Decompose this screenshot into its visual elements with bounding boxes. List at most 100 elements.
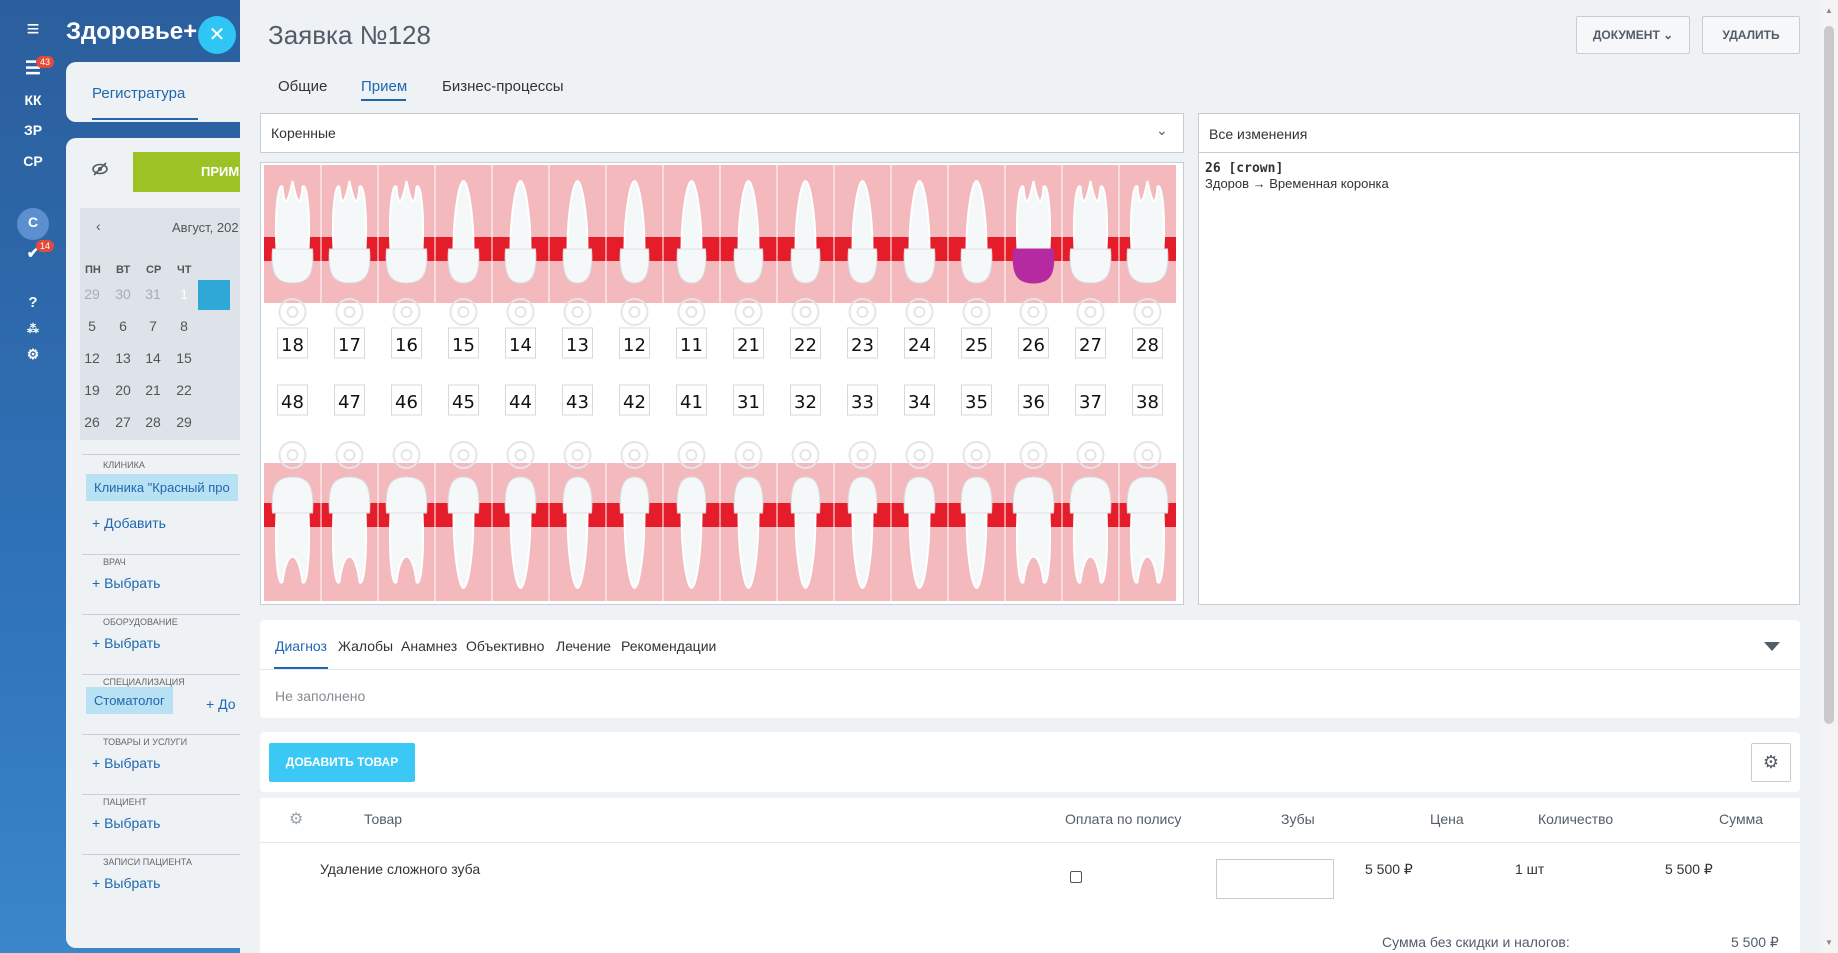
table-settings-gear-icon[interactable]: ⚙ [1751,743,1791,782]
specialization-chip[interactable]: Стоматолог [86,687,173,714]
tooth-crown[interactable] [903,476,936,514]
help-icon[interactable]: ? [0,294,66,311]
filter-icon[interactable]: ☰ [0,58,66,79]
tooth-crown[interactable] [447,476,480,514]
calendar-day[interactable]: 6 [108,318,138,334]
subtab-objective[interactable]: Объективно [466,638,544,654]
tooth-crown[interactable] [619,476,650,514]
policy-checkbox[interactable] [1070,871,1082,883]
tooth-crown[interactable] [1069,476,1112,514]
calendar-selected-day [198,280,230,310]
chevron-down-icon[interactable]: ⌄ [1156,122,1168,139]
rail-item-sr[interactable]: СР [0,153,66,169]
tooth-crown[interactable] [504,476,537,514]
subtab-complaints[interactable]: Жалобы [338,638,393,654]
calendar-day[interactable]: 7 [138,318,168,334]
column-settings-gear-icon[interactable]: ⚙ [289,809,303,829]
rail-item-kk[interactable]: КК [0,92,66,108]
collapse-arrow-icon[interactable] [1764,642,1780,651]
close-slider-button[interactable]: ✕ [198,16,236,54]
calendar-day[interactable]: 1 [169,286,199,302]
calendar-day[interactable]: 15 [169,350,199,366]
specialization-add-link[interactable]: + До [206,696,236,712]
tab-business-processes[interactable]: Бизнес-процессы [442,78,564,95]
tooth-crown[interactable] [790,248,821,284]
calendar-day[interactable]: 22 [169,382,199,398]
sitemap-icon[interactable]: ⁂ [0,322,66,336]
tooth-crown[interactable] [271,248,314,284]
subtab-treatment[interactable]: Лечение [556,638,611,654]
settings-gear-icon[interactable]: ⚙ [0,346,66,363]
goods-select-link[interactable]: + Выбрать [92,755,160,771]
tooth-crown[interactable] [790,476,821,514]
tooth-crown-temporary[interactable] [1012,248,1055,284]
tooth-crown[interactable] [562,476,593,514]
menu-icon[interactable]: ≡ [0,16,66,42]
tooth-crown[interactable] [385,248,428,284]
tooth-crown[interactable] [847,476,878,514]
equipment-select-link[interactable]: + Выбрать [92,635,160,651]
document-button[interactable]: ДОКУМЕНТ ⌄ [1576,16,1690,54]
records-select-link[interactable]: + Выбрать [92,875,160,891]
calendar-day[interactable]: 27 [108,414,138,430]
tooth-crown[interactable] [903,248,936,284]
clinic-add-link[interactable]: + Добавить [92,515,166,531]
calendar-day[interactable]: 8 [169,318,199,334]
tooth-crown[interactable] [619,248,650,284]
teeth-input[interactable] [1216,859,1334,899]
calendar-weekday: ВТ [116,264,131,276]
tooth-crown[interactable] [960,476,993,514]
calendar-day[interactable]: 20 [108,382,138,398]
hide-eye-icon[interactable] [92,162,108,176]
chevron-left-icon[interactable]: ‹ [96,218,101,234]
scroll-up-icon[interactable]: ▲ [1824,6,1834,15]
tooth-crown[interactable] [385,476,428,514]
tooth-crown[interactable] [447,248,480,284]
calendar-day[interactable]: 19 [77,382,107,398]
delete-button[interactable]: УДАЛИТЬ [1702,16,1800,54]
calendar-day[interactable]: 31 [138,286,168,302]
doctor-select-link[interactable]: + Выбрать [92,575,160,591]
add-product-button[interactable]: ДОБАВИТЬ ТОВАР [269,743,415,782]
calendar-day[interactable]: 29 [77,286,107,302]
calendar-day[interactable]: 29 [169,414,199,430]
scrollbar-thumb[interactable] [1824,26,1834,724]
tooth-crown[interactable] [733,248,764,284]
rail-item-s[interactable]: С [0,214,66,230]
changes-filter-select[interactable]: Все изменения [1198,113,1800,153]
teeth-group-select[interactable]: Коренные [260,113,1184,153]
check-icon[interactable]: ✔ [0,244,66,262]
calendar-day[interactable]: 26 [77,414,107,430]
calendar-day[interactable]: 13 [108,350,138,366]
tooth-crown[interactable] [562,248,593,284]
tooth-crown[interactable] [960,248,993,284]
tooth-crown[interactable] [1126,248,1169,284]
calendar-day[interactable]: 21 [138,382,168,398]
tooth-crown[interactable] [328,476,371,514]
calendar-day[interactable]: 14 [138,350,168,366]
tooth-crown[interactable] [504,248,537,284]
subtab-diagnosis[interactable]: Диагноз [275,638,327,654]
tooth-crown[interactable] [847,248,878,284]
scroll-down-icon[interactable]: ▼ [1824,938,1834,947]
tooth-crown[interactable] [733,476,764,514]
tooth-crown[interactable] [271,476,314,514]
calendar-day[interactable]: 5 [77,318,107,334]
tab-general[interactable]: Общие [278,78,327,95]
subtab-anamnesis[interactable]: Анамнез [401,638,457,654]
calendar-day[interactable]: 28 [138,414,168,430]
tooth-crown[interactable] [676,476,707,514]
tooth-crown[interactable] [676,248,707,284]
tooth-crown[interactable] [328,248,371,284]
clinic-chip[interactable]: Клиника "Красный про [86,474,238,501]
tooth-crown[interactable] [1126,476,1169,514]
tooth-crown[interactable] [1012,476,1055,514]
calendar-day[interactable]: 30 [108,286,138,302]
tab-registratura[interactable]: Регистратура [92,85,185,102]
tab-reception[interactable]: Прием [361,78,407,95]
subtab-recommendations[interactable]: Рекомендации [621,638,716,654]
tooth-crown[interactable] [1069,248,1112,284]
patient-select-link[interactable]: + Выбрать [92,815,160,831]
rail-item-zr[interactable]: ЗР [0,122,66,138]
calendar-day[interactable]: 12 [77,350,107,366]
